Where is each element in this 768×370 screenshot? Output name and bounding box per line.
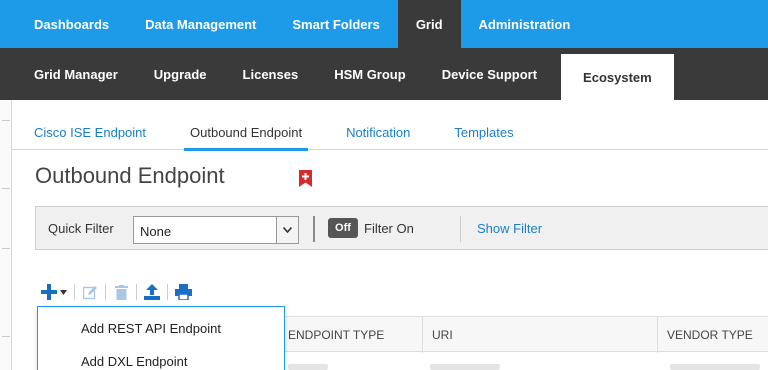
page-title: Outbound Endpoint	[35, 163, 225, 188]
app-root: Dashboards Data Management Smart Folders…	[0, 0, 768, 370]
delete-icon[interactable]	[112, 282, 130, 302]
left-gutter	[0, 100, 12, 370]
gutter-mark	[2, 248, 10, 249]
edit-icon[interactable]	[81, 282, 99, 302]
table-header: ENDPOINT TYPE URI VENDOR TYPE	[285, 316, 768, 353]
table-toolbar	[40, 281, 192, 303]
add-endpoint-menu: Add REST API Endpoint Add DXL Endpoint	[37, 306, 285, 370]
gutter-mark	[2, 188, 10, 189]
dropdown-caret-icon[interactable]	[58, 282, 68, 302]
top-nav-dashboards[interactable]: Dashboards	[0, 0, 127, 48]
top-nav-grid[interactable]: Grid	[397, 0, 461, 48]
top-nav: Dashboards Data Management Smart Folders…	[0, 0, 768, 48]
table-row	[430, 364, 500, 370]
gutter-mark	[2, 120, 10, 121]
endpoint-tabs: Cisco ISE Endpoint Outbound Endpoint Not…	[12, 114, 768, 151]
tab-templates[interactable]: Templates	[432, 114, 535, 150]
sub-nav-ecosystem[interactable]: Ecosystem	[561, 54, 674, 100]
toolbar-separator	[74, 284, 75, 300]
top-nav-administration[interactable]: Administration	[461, 0, 589, 48]
sub-nav-device-support[interactable]: Device Support	[424, 48, 555, 100]
column-uri[interactable]: URI	[432, 328, 453, 342]
filter-toggle[interactable]: Off	[328, 218, 358, 238]
top-nav-smart-folders[interactable]: Smart Folders	[274, 0, 397, 48]
menu-item-add-dxl-endpoint[interactable]: Add DXL Endpoint	[81, 354, 187, 369]
tab-notification[interactable]: Notification	[324, 114, 432, 150]
sub-nav-licenses[interactable]: Licenses	[225, 48, 317, 100]
menu-item-add-rest-api-endpoint[interactable]: Add REST API Endpoint	[81, 321, 221, 336]
sub-nav-upgrade[interactable]: Upgrade	[136, 48, 225, 100]
column-divider	[657, 317, 658, 353]
toolbar-separator	[136, 284, 137, 300]
toolbar-separator	[167, 284, 168, 300]
quick-filter-label: Quick Filter	[48, 221, 114, 236]
column-divider	[422, 317, 423, 353]
sub-nav: Grid Manager Upgrade Licenses HSM Group …	[0, 48, 768, 100]
filter-bar: Quick Filter None Off Filter On Show Fil…	[35, 206, 768, 250]
add-icon[interactable]	[40, 282, 58, 302]
print-icon[interactable]	[174, 282, 192, 302]
bookmark-add-icon[interactable]	[299, 170, 312, 187]
show-filter-link[interactable]: Show Filter	[477, 221, 542, 236]
divider	[313, 216, 315, 242]
column-vendor-type[interactable]: VENDOR TYPE	[667, 328, 753, 342]
table-row	[288, 364, 328, 370]
chevron-down-icon[interactable]	[276, 217, 298, 243]
divider	[460, 216, 461, 242]
table-row	[670, 364, 760, 370]
quick-filter-value: None	[140, 224, 172, 239]
top-nav-data-management[interactable]: Data Management	[127, 0, 274, 48]
toolbar-separator	[105, 284, 106, 300]
filter-on-label: Filter On	[364, 221, 414, 236]
sub-nav-hsm-group[interactable]: HSM Group	[316, 48, 424, 100]
sub-nav-grid-manager[interactable]: Grid Manager	[0, 48, 136, 100]
tab-cisco-ise-endpoint[interactable]: Cisco ISE Endpoint	[12, 114, 168, 150]
tab-outbound-endpoint[interactable]: Outbound Endpoint	[168, 114, 324, 151]
gutter-mark	[2, 336, 10, 337]
upload-icon[interactable]	[143, 282, 161, 302]
column-endpoint-type[interactable]: ENDPOINT TYPE	[288, 328, 384, 342]
quick-filter-select[interactable]: None	[133, 216, 299, 244]
